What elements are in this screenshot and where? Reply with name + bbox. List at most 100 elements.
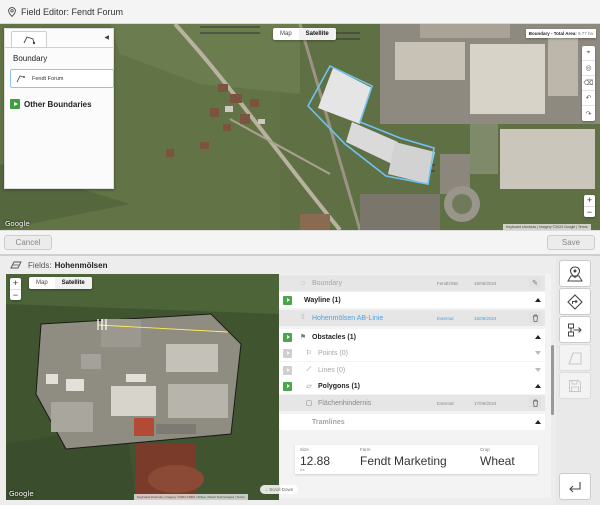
list-row-group[interactable]: ⚑ Obstacles (1) [279,329,545,345]
visibility-toggle-icon[interactable] [283,295,292,305]
boundary-tool-icon [23,35,36,44]
list-row-item[interactable]: ◌ Boundary FendtONE 15/05/2024 ✎ [279,275,545,291]
collapse-chevron-icon[interactable] [535,335,541,339]
list-row-sub[interactable]: ⚐ Points (0) [279,345,545,361]
save-field-button[interactable] [559,372,591,399]
export-button[interactable] [559,316,591,343]
field-satellite-map[interactable]: Map Satellite + − Google Keyboard shortc… [6,274,279,500]
field-map-imagery [6,274,279,500]
visibility-toggle-icon[interactable] [283,365,292,375]
visibility-toggle-icon[interactable] [283,332,292,342]
fields-label: Fields: [28,260,52,270]
edit-pencil-icon[interactable]: ✎ [529,277,541,289]
visibility-toggle-icon[interactable] [283,348,292,358]
zoom-in-button[interactable]: + [10,278,21,289]
list-row-item[interactable]: ⦙⦙ Hohenmölsen AB-Linie External 15/08/2024 [279,310,545,326]
polygon-icon: ▱ [306,383,312,390]
collapse-panel-icon[interactable]: ◀ [104,34,109,41]
google-logo: Google [9,490,34,498]
satellite-option[interactable]: Satellite [54,277,92,289]
eraser-icon[interactable]: ⌫ [582,76,595,91]
field-editor-title: Field Editor: Fendt Forum [21,6,124,17]
other-boundaries-row[interactable]: Other Boundaries [10,99,92,109]
fields-icon [10,261,22,269]
field-editor-header: Field Editor: Fendt Forum [0,0,600,24]
ab-line-icon: ⦙⦙ [301,314,305,321]
list-row-sub[interactable]: ▱ Polygons (1) [279,378,545,394]
editor-footer: Cancel Save [0,230,600,254]
point-flag-icon: ⚐ [305,350,313,357]
list-row-subitem[interactable]: ▢ Flächenhindernis External 17/09/2024 [279,395,545,411]
row-date: 15/08/2024 [474,315,497,321]
undo-icon[interactable]: ↶ [582,91,595,106]
scroll-down-arrow-icon: ↓ [265,487,268,492]
shape-button[interactable] [559,344,591,371]
list-row-label: Hohenmölsen AB-Linie [312,314,384,322]
editor-map-type-toggle: Map Satellite [273,28,336,40]
size-unit: ha [300,467,305,472]
field-action-column [556,256,600,505]
total-area-label: Boundary - Total Area: [528,31,577,36]
shape-icon [568,351,582,365]
list-row-label: Lines (0) [318,366,346,374]
boundary-item-fendt-forum[interactable]: Fendt Forum [10,69,114,88]
list-row-group[interactable]: Tramlines [279,414,545,430]
other-boundaries-label: Other Boundaries [24,99,92,109]
fields-header: Fields: Hohenmölsen [0,256,555,274]
boundary-side-panel: ◀ Boundary Fendt Forum Other Boundaries [4,28,114,189]
map-pin-button[interactable] [559,260,591,287]
boundary-draw-icon [16,75,25,83]
save-button[interactable]: Save [547,235,595,250]
zoom-out-button[interactable]: − [584,206,595,217]
export-icon [568,323,582,336]
list-row-label: Boundary [312,279,342,287]
expand-chevron-icon[interactable] [535,368,541,372]
list-row-label: Points (0) [318,349,348,357]
zoom-in-button[interactable]: + [584,195,595,206]
collapse-chevron-icon[interactable] [535,298,541,302]
back-button[interactable] [559,473,591,500]
locate-icon[interactable]: ◎ [582,61,595,76]
redo-icon[interactable]: ↷ [582,106,595,121]
zoom-out-button[interactable]: − [10,289,21,300]
route-button[interactable] [559,288,591,315]
scroll-down-label: Scroll Down [269,487,294,492]
field-map-type-toggle: Map Satellite [29,277,92,289]
row-source: External [437,315,454,321]
add-boundary-icon[interactable]: ⌖ [582,46,595,61]
expand-chevron-icon[interactable] [535,351,541,355]
boundary-tab[interactable] [11,31,47,47]
list-row-label: Polygons (1) [318,382,361,390]
map-option[interactable]: Map [273,28,299,40]
trash-icon[interactable] [529,312,541,324]
map-pin-icon [567,265,583,281]
location-pin-icon [8,6,16,17]
field-zoom-control: + − [10,278,21,300]
list-row-label: Wayline (1) [304,296,341,304]
collapse-chevron-icon[interactable] [535,420,541,424]
satellite-option[interactable]: Satellite [298,28,336,40]
map-attribution[interactable]: Keyboard shortcuts | Imagery ©2024 CNES … [134,494,248,500]
field-info-card: Size 12.88 ha Farm Fendt Marketing Crop … [295,445,538,474]
row-source: External [437,400,454,406]
visibility-toggle-icon[interactable] [283,381,292,391]
list-scrollbar[interactable] [551,345,554,415]
size-value: 12.88 [300,454,331,468]
list-row-label: Obstacles (1) [312,333,356,341]
row-date: 15/05/2024 [474,280,497,286]
collapse-chevron-icon[interactable] [535,384,541,388]
farm-value: Fendt Marketing [360,454,447,468]
list-row-label: Flächenhindernis [318,399,372,407]
cancel-button[interactable]: Cancel [4,235,52,250]
map-option[interactable]: Map [29,277,55,289]
route-icon [567,293,583,310]
list-row-group[interactable]: Wayline (1) [279,292,545,308]
list-row-sub[interactable]: ⟋ Lines (0) [279,362,545,378]
boundary-icon: ◌ [300,279,306,287]
crop-label: Crop [480,447,490,452]
polygon-item-icon: ▢ [305,400,313,407]
list-row-label: Tramlines [312,418,345,426]
scroll-down-hint[interactable]: ↓ Scroll Down [260,485,299,494]
visibility-toggle-icon[interactable] [10,99,20,109]
trash-icon[interactable] [529,397,541,409]
